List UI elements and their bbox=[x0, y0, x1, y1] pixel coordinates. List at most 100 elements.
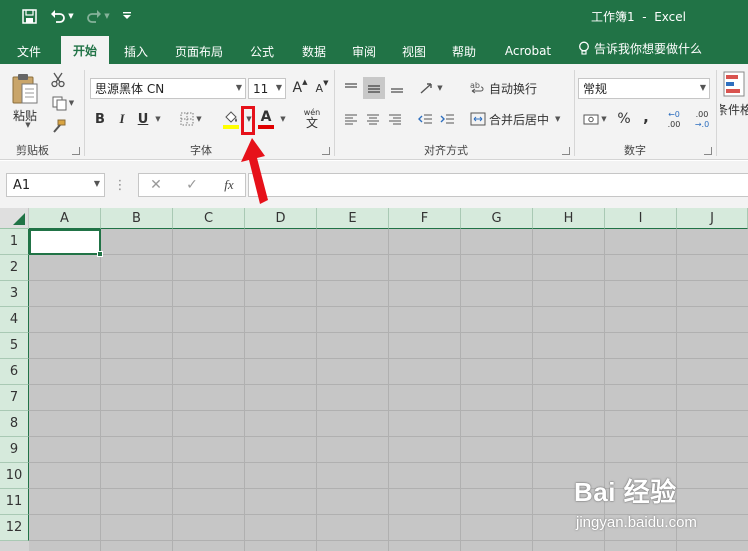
row-header-1[interactable]: 1 bbox=[0, 229, 29, 255]
copy-dropdown-icon[interactable]: ▼ bbox=[69, 99, 74, 107]
paste-dropdown[interactable]: ▼ bbox=[22, 120, 32, 130]
number-launcher[interactable] bbox=[704, 147, 712, 155]
tab-view[interactable]: 视图 bbox=[392, 40, 436, 62]
row-header-5[interactable]: 5 bbox=[0, 333, 29, 359]
active-cell-a1[interactable] bbox=[29, 229, 101, 255]
chevron-down-icon[interactable]: ▼ bbox=[555, 115, 560, 123]
merge-center-label: 合并后居中 bbox=[489, 112, 550, 127]
phonetic-guide-button[interactable]: wén 文 bbox=[296, 106, 328, 132]
column-header-a[interactable]: A bbox=[29, 208, 101, 229]
column-header-f[interactable]: F bbox=[389, 208, 461, 229]
wrap-text-button[interactable]: ab 自动换行 bbox=[470, 78, 542, 98]
font-name-dropdown[interactable]: 思源黑体 CN ▼ bbox=[90, 78, 246, 99]
chevron-down-icon[interactable]: ▼ bbox=[601, 115, 606, 123]
row-header-11[interactable]: 11 bbox=[0, 489, 29, 515]
tab-acrobat[interactable]: Acrobat bbox=[496, 40, 560, 62]
align-right-button[interactable] bbox=[386, 109, 404, 129]
row-header-8[interactable]: 8 bbox=[0, 411, 29, 437]
merge-center-button[interactable]: 合并后居中 ▼ bbox=[470, 109, 568, 129]
borders-button[interactable]: ▼ bbox=[176, 109, 206, 129]
decrease-font-size-button[interactable]: A ▼ bbox=[314, 78, 330, 98]
tab-home[interactable]: 开始 bbox=[61, 36, 109, 64]
column-header-c[interactable]: C bbox=[173, 208, 245, 229]
increase-font-size-button[interactable]: A ▲ bbox=[292, 78, 308, 98]
italic-button[interactable]: I bbox=[114, 109, 130, 129]
comma-style-button[interactable]: , bbox=[638, 107, 654, 127]
align-center-button[interactable] bbox=[364, 109, 382, 129]
orientation-button[interactable]: ▼ bbox=[416, 78, 446, 98]
number-format-dropdown[interactable]: 常规 ▼ bbox=[578, 78, 710, 99]
select-all-icon bbox=[13, 213, 25, 225]
fill-handle[interactable] bbox=[97, 251, 103, 257]
enter-icon[interactable]: ✓ bbox=[183, 176, 201, 194]
clipboard-launcher[interactable] bbox=[72, 147, 80, 155]
font-color-dropdown[interactable]: ▼ bbox=[277, 109, 287, 129]
undo-button[interactable]: ▼ bbox=[48, 6, 76, 26]
undo-dropdown-icon[interactable]: ▼ bbox=[68, 12, 73, 20]
align-left-button[interactable] bbox=[342, 109, 360, 129]
decrease-decimal-button[interactable]: .00 →.0 bbox=[690, 108, 714, 132]
tab-data[interactable]: 数据 bbox=[292, 40, 336, 62]
font-launcher[interactable] bbox=[322, 147, 330, 155]
tab-help[interactable]: 帮助 bbox=[442, 40, 486, 62]
tab-review[interactable]: 审阅 bbox=[342, 40, 386, 62]
tell-me-search[interactable]: 告诉我你想要做什么 bbox=[578, 40, 702, 57]
formula-input[interactable] bbox=[248, 173, 748, 197]
tab-formulas[interactable]: 公式 bbox=[240, 40, 284, 62]
column-header-h[interactable]: H bbox=[533, 208, 605, 229]
name-box-value: A1 bbox=[13, 177, 31, 193]
column-header-d[interactable]: D bbox=[245, 208, 317, 229]
column-header-b[interactable]: B bbox=[101, 208, 173, 229]
chevron-down-icon[interactable]: ▼ bbox=[437, 84, 442, 92]
bold-button[interactable]: B bbox=[92, 109, 108, 129]
chevron-down-icon[interactable]: ▼ bbox=[196, 115, 201, 123]
font-color-button[interactable]: A bbox=[256, 108, 276, 130]
column-header-i[interactable]: I bbox=[605, 208, 677, 229]
insert-function-icon[interactable]: fx bbox=[219, 175, 239, 195]
decrease-indent-button[interactable] bbox=[416, 109, 434, 129]
align-bottom-button[interactable] bbox=[388, 78, 406, 98]
conditional-formatting-button[interactable]: 条件格 bbox=[720, 70, 748, 126]
row-header-7[interactable]: 7 bbox=[0, 385, 29, 411]
row-header-2[interactable]: 2 bbox=[0, 255, 29, 281]
name-box[interactable]: A1 ▼ bbox=[6, 173, 105, 197]
underline-dropdown[interactable]: ▼ bbox=[151, 109, 163, 129]
row-header-3[interactable]: 3 bbox=[0, 281, 29, 307]
font-size-dropdown[interactable]: 11 ▼ bbox=[248, 78, 286, 99]
format-painter-button[interactable] bbox=[50, 118, 66, 134]
paste-button[interactable]: 粘贴 bbox=[8, 70, 42, 126]
fill-color-button[interactable] bbox=[220, 108, 242, 130]
tab-page-layout[interactable]: 页面布局 bbox=[166, 40, 232, 62]
tab-insert[interactable]: 插入 bbox=[114, 40, 158, 62]
format-painter-icon bbox=[52, 119, 65, 133]
underline-button[interactable]: U bbox=[136, 109, 150, 129]
tab-file[interactable]: 文件 bbox=[6, 40, 52, 62]
row-header-10[interactable]: 10 bbox=[0, 463, 29, 489]
row-header-6[interactable]: 6 bbox=[0, 359, 29, 385]
redo-dropdown-icon[interactable]: ▼ bbox=[104, 12, 109, 20]
ribbon-home: 粘贴 ▼ ▼ 剪贴板 思源黑体 CN ▼ 11 ▼ A ▲ A ▼ B I U … bbox=[0, 64, 748, 160]
cancel-icon[interactable]: ✕ bbox=[147, 176, 165, 194]
increase-decimal-button[interactable]: ←0 .00 bbox=[662, 108, 686, 132]
copy-button[interactable]: ▼ bbox=[48, 95, 78, 111]
row-header-4[interactable]: 4 bbox=[0, 307, 29, 333]
increase-indent-button[interactable] bbox=[438, 109, 456, 129]
percent-style-button[interactable]: % bbox=[614, 109, 634, 129]
accounting-format-button[interactable]: ▼ bbox=[580, 109, 610, 129]
column-header-e[interactable]: E bbox=[317, 208, 389, 229]
row-header-12[interactable]: 12 bbox=[0, 515, 29, 541]
cut-button[interactable] bbox=[50, 72, 66, 88]
row-header-9[interactable]: 9 bbox=[0, 437, 29, 463]
column-header-j[interactable]: J bbox=[677, 208, 748, 229]
save-button[interactable] bbox=[18, 6, 40, 26]
align-middle-button[interactable] bbox=[363, 77, 385, 99]
chevron-down-icon: ▼ bbox=[699, 83, 706, 92]
align-left-icon bbox=[345, 114, 357, 125]
undo-icon bbox=[51, 10, 66, 23]
alignment-launcher[interactable] bbox=[562, 147, 570, 155]
redo-button[interactable]: ▼ bbox=[84, 6, 112, 26]
align-top-button[interactable] bbox=[342, 78, 360, 98]
select-all-button[interactable] bbox=[0, 208, 29, 229]
column-header-g[interactable]: G bbox=[461, 208, 533, 229]
customize-quick-access-button[interactable] bbox=[118, 6, 136, 26]
